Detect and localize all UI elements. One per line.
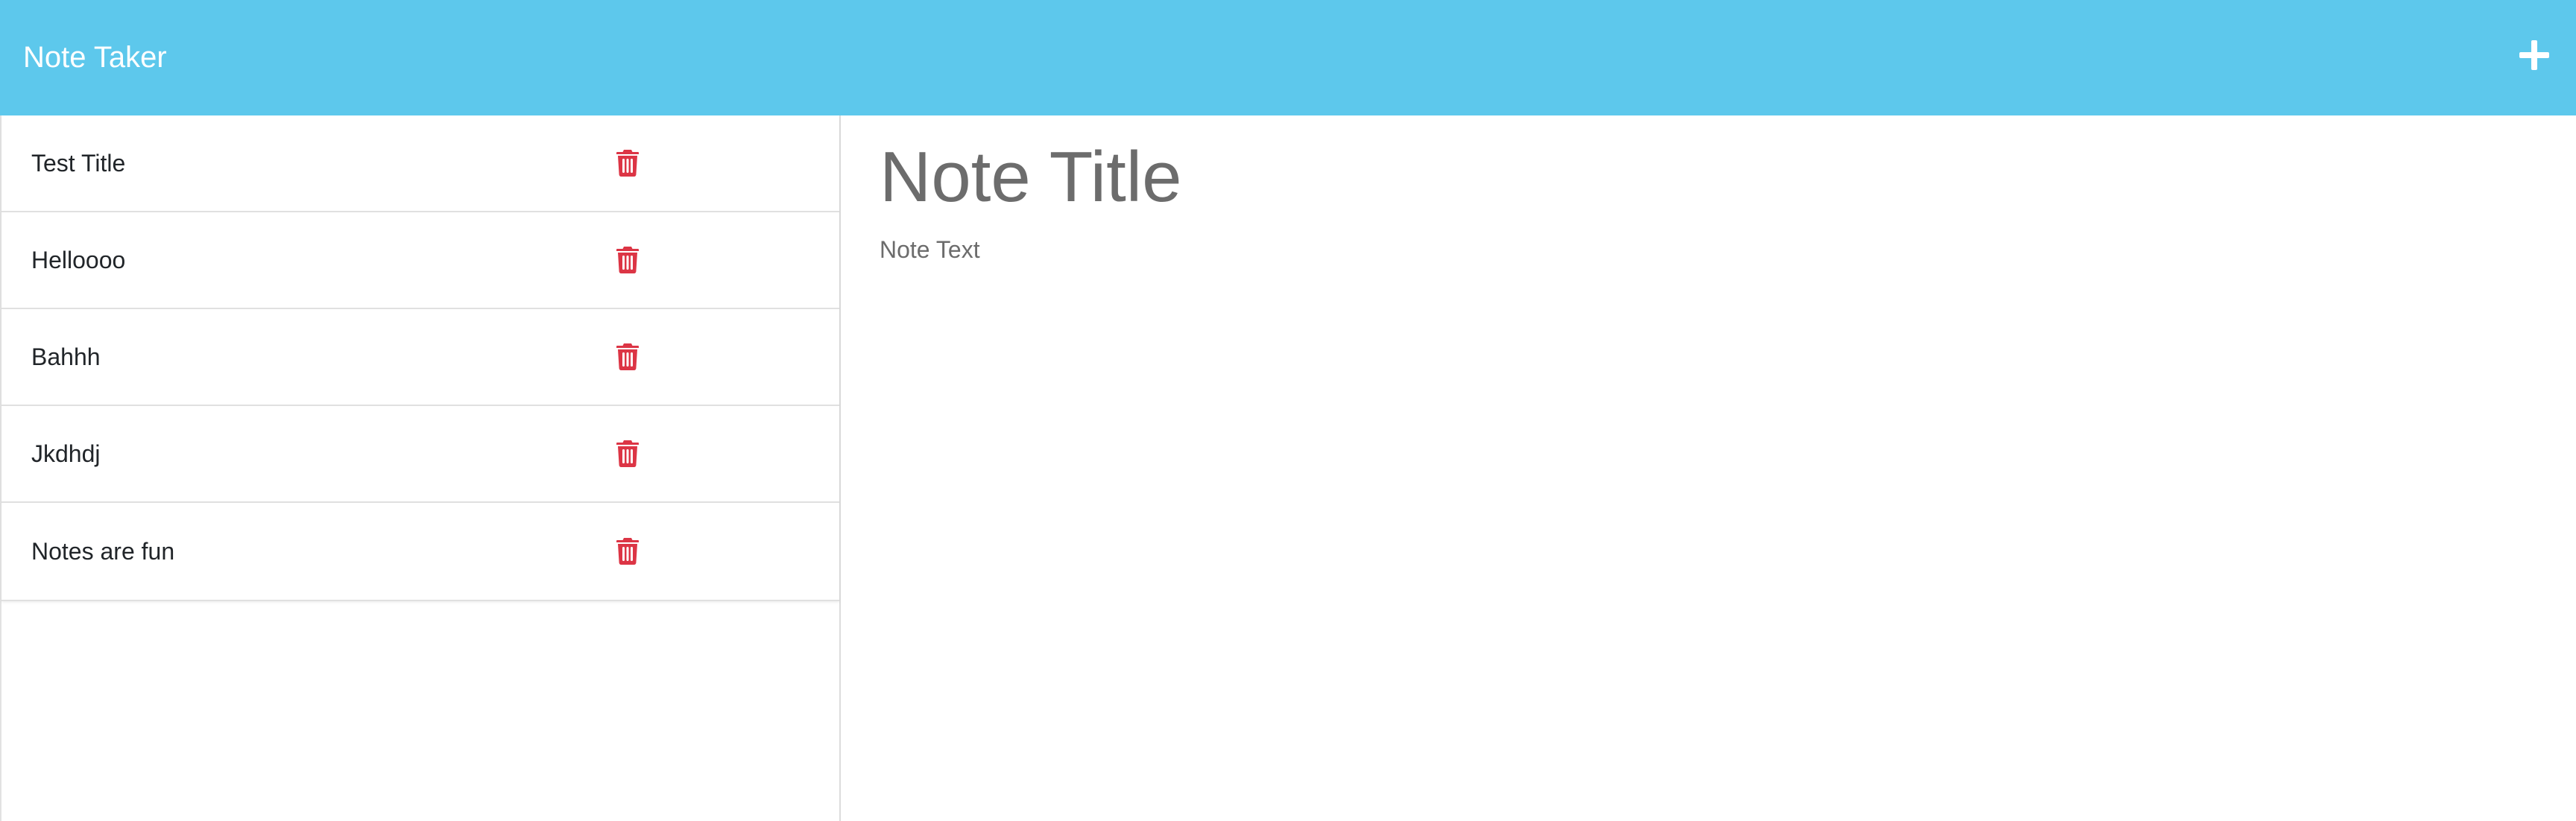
trash-icon bbox=[616, 538, 639, 565]
delete-note-button[interactable] bbox=[614, 438, 641, 469]
note-text-input[interactable] bbox=[880, 236, 2519, 758]
delete-note-button[interactable] bbox=[614, 148, 641, 179]
new-note-button[interactable] bbox=[2513, 34, 2555, 76]
note-list-panel: Test Title Helloooo Bahhh Jkdhdj Notes a… bbox=[0, 115, 841, 821]
trash-icon bbox=[616, 440, 639, 467]
note-item-title: Jkdhdj bbox=[31, 440, 101, 467]
note-list-item[interactable]: Notes are fun bbox=[1, 503, 839, 600]
note-list-item[interactable]: Test Title bbox=[1, 115, 839, 212]
plus-icon bbox=[2519, 39, 2549, 70]
delete-note-button[interactable] bbox=[614, 341, 641, 373]
note-item-title: Notes are fun bbox=[31, 537, 175, 565]
note-item-title: Helloooo bbox=[31, 246, 126, 273]
delete-note-button[interactable] bbox=[614, 244, 641, 276]
note-item-title: Bahhh bbox=[31, 343, 101, 370]
note-list-item[interactable]: Bahhh bbox=[1, 309, 839, 406]
note-title-input[interactable] bbox=[880, 135, 2221, 220]
navbar: Note Taker bbox=[0, 0, 2576, 115]
trash-icon bbox=[616, 247, 639, 273]
delete-note-button[interactable] bbox=[614, 536, 641, 567]
trash-icon bbox=[616, 150, 639, 177]
note-item-title: Test Title bbox=[31, 149, 126, 177]
note-list-item[interactable]: Helloooo bbox=[1, 212, 839, 309]
note-list: Test Title Helloooo Bahhh Jkdhdj Notes a… bbox=[1, 115, 839, 601]
trash-icon bbox=[616, 343, 639, 370]
note-list-item[interactable]: Jkdhdj bbox=[1, 406, 839, 503]
note-editor bbox=[841, 115, 2576, 821]
brand-title[interactable]: Note Taker bbox=[23, 42, 167, 72]
